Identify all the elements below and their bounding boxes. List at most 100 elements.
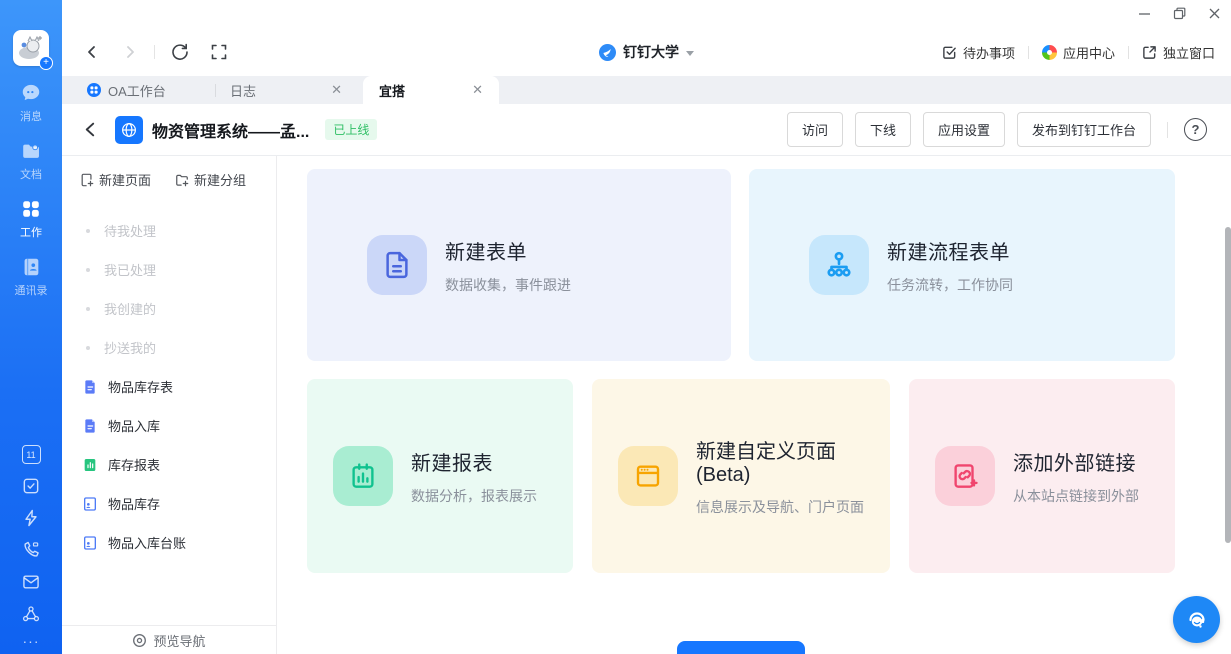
divider <box>1128 46 1129 59</box>
new-page-button[interactable]: 新建页面 <box>80 170 151 189</box>
avatar-add-badge[interactable]: + <box>39 56 53 70</box>
close-button[interactable] <box>1208 7 1221 20</box>
nav-right: 待办事项 应用中心 独立窗口 <box>942 28 1215 76</box>
primary-action-button-clipped[interactable] <box>677 641 805 654</box>
vertical-scrollbar-thumb[interactable] <box>1225 227 1231 543</box>
calendar-icon[interactable]: 11 <box>22 445 41 464</box>
divider <box>1028 46 1029 59</box>
list-item-label: 我已处理 <box>104 260 156 279</box>
list-item-created[interactable]: 我创建的 <box>62 289 276 328</box>
page-item-inbound-ledger[interactable]: 物品入库台账 <box>62 523 276 562</box>
card-subtitle: 任务流转，工作协同 <box>887 275 1013 295</box>
external-link-icon <box>935 446 995 506</box>
card-new-custom-page[interactable]: 新建自定义页面(Beta) 信息展示及导航、门户页面 <box>592 379 890 573</box>
rail-item-label: 工作 <box>20 224 42 240</box>
contacts-book-icon <box>20 256 42 278</box>
rail-item-label: 文档 <box>20 166 42 182</box>
page-item-inventory-custom[interactable]: 物品库存 <box>62 484 276 523</box>
card-title: 新建表单 <box>445 236 571 265</box>
preview-nav-label: 预览导航 <box>153 631 205 650</box>
page-item-label: 物品库存表 <box>108 377 173 396</box>
rail-item-docs[interactable]: 文档 <box>0 140 62 182</box>
app-settings-button[interactable]: 应用设置 <box>923 112 1005 147</box>
card-new-report[interactable]: 新建报表 数据分析，报表展示 <box>307 379 573 573</box>
publish-button[interactable]: 发布到钉钉工作台 <box>1017 112 1151 147</box>
oa-grid-icon <box>87 83 101 97</box>
standalone-window-menu[interactable]: 独立窗口 <box>1142 43 1215 62</box>
browser-window-icon <box>618 446 678 506</box>
workspace-icon <box>599 44 616 61</box>
app-title: 物资管理系统——孟... <box>152 118 309 142</box>
call-icon[interactable] <box>21 540 41 560</box>
panel-actions: 新建页面 新建分组 <box>62 156 276 189</box>
page-item-inventory-table[interactable]: 物品库存表 <box>62 367 276 406</box>
headset-icon <box>1183 606 1211 634</box>
more-icon[interactable]: ··· <box>23 636 40 646</box>
offline-button[interactable]: 下线 <box>855 112 911 147</box>
custom-page-icon <box>82 535 98 551</box>
form-doc-icon <box>367 235 427 295</box>
divider <box>1167 122 1168 138</box>
page-item-inventory-report[interactable]: 库存报表 <box>62 445 276 484</box>
restore-button[interactable] <box>1173 7 1186 20</box>
close-tab-icon[interactable]: ✕ <box>472 82 483 98</box>
share-network-icon[interactable] <box>21 604 41 624</box>
todo-menu[interactable]: 待办事项 <box>942 43 1015 62</box>
body: 新建页面 新建分组 待我处理 我已处理 我创建的 抄送我的 <box>62 156 1231 654</box>
new-group-label: 新建分组 <box>194 170 246 189</box>
standalone-window-label: 独立窗口 <box>1163 43 1215 62</box>
card-subtitle: 数据分析，报表展示 <box>411 486 537 506</box>
tab-yida-active[interactable]: 宜搭 ✕ <box>363 76 499 104</box>
report-chart-icon <box>333 446 393 506</box>
chat-bubble-icon <box>20 82 42 104</box>
list-item-processed[interactable]: 我已处理 <box>62 250 276 289</box>
new-page-label: 新建页面 <box>99 170 151 189</box>
list-item-label: 我创建的 <box>104 299 156 318</box>
report-page-icon <box>82 457 98 473</box>
preview-nav-button[interactable]: 预览导航 <box>62 625 276 654</box>
app-center-icon <box>1042 45 1057 60</box>
status-badge: 已上线 <box>325 119 377 140</box>
rail-item-contacts[interactable]: 通讯录 <box>0 256 62 298</box>
rail-item-work[interactable]: 工作 <box>0 198 62 240</box>
new-group-button[interactable]: 新建分组 <box>175 170 246 189</box>
card-add-external-link[interactable]: 添加外部链接 从本站点链接到外部 <box>909 379 1175 573</box>
app-center-menu[interactable]: 应用中心 <box>1042 43 1115 62</box>
chevron-down-icon <box>686 51 694 56</box>
help-icon[interactable]: ? <box>1184 118 1207 141</box>
folder-icon <box>20 140 42 162</box>
page-item-label: 库存报表 <box>108 455 160 474</box>
tab-oa-workbench[interactable]: OA工作台 <box>75 76 215 104</box>
list-item-pending[interactable]: 待我处理 <box>62 211 276 250</box>
close-tab-icon[interactable]: ✕ <box>331 82 342 98</box>
rail-tools: 11 ··· <box>21 445 41 646</box>
tab-label: 日志 <box>230 81 256 100</box>
standalone-window-icon <box>1142 45 1157 60</box>
card-title: 添加外部链接 <box>1013 447 1139 476</box>
list-item-cc[interactable]: 抄送我的 <box>62 328 276 367</box>
rail-item-label: 通讯录 <box>15 282 48 298</box>
card-title: 新建报表 <box>411 447 537 476</box>
user-avatar[interactable]: + <box>13 30 49 66</box>
visit-button[interactable]: 访问 <box>787 112 843 147</box>
page-item-label: 物品库存 <box>108 494 160 513</box>
lightning-icon[interactable] <box>21 508 41 528</box>
tab-log[interactable]: 日志 ✕ <box>216 76 356 104</box>
app-header: 物资管理系统——孟... 已上线 访问 下线 应用设置 发布到钉钉工作台 ? <box>62 104 1231 156</box>
minimize-button[interactable] <box>1138 7 1151 20</box>
rail-item-label: 消息 <box>20 108 42 124</box>
rail-item-messages[interactable]: 消息 <box>0 82 62 124</box>
page-item-inbound[interactable]: 物品入库 <box>62 406 276 445</box>
back-to-list-icon[interactable] <box>82 121 99 138</box>
app-actions: 访问 下线 应用设置 发布到钉钉工作台 ? <box>787 112 1207 147</box>
todo-label: 待办事项 <box>963 43 1015 62</box>
customer-support-float-button[interactable] <box>1173 596 1220 643</box>
page-list: 待我处理 我已处理 我创建的 抄送我的 物品库存表 <box>62 211 276 562</box>
app-globe-icon[interactable] <box>115 116 143 144</box>
todo-check-icon[interactable] <box>21 476 41 496</box>
card-subtitle: 信息展示及导航、门户页面 <box>696 497 890 517</box>
card-subtitle: 从本站点链接到外部 <box>1013 486 1139 506</box>
mail-icon[interactable] <box>21 572 41 592</box>
card-new-form[interactable]: 新建表单 数据收集，事件跟进 <box>307 169 731 361</box>
card-new-flow-form[interactable]: 新建流程表单 任务流转，工作协同 <box>749 169 1175 361</box>
